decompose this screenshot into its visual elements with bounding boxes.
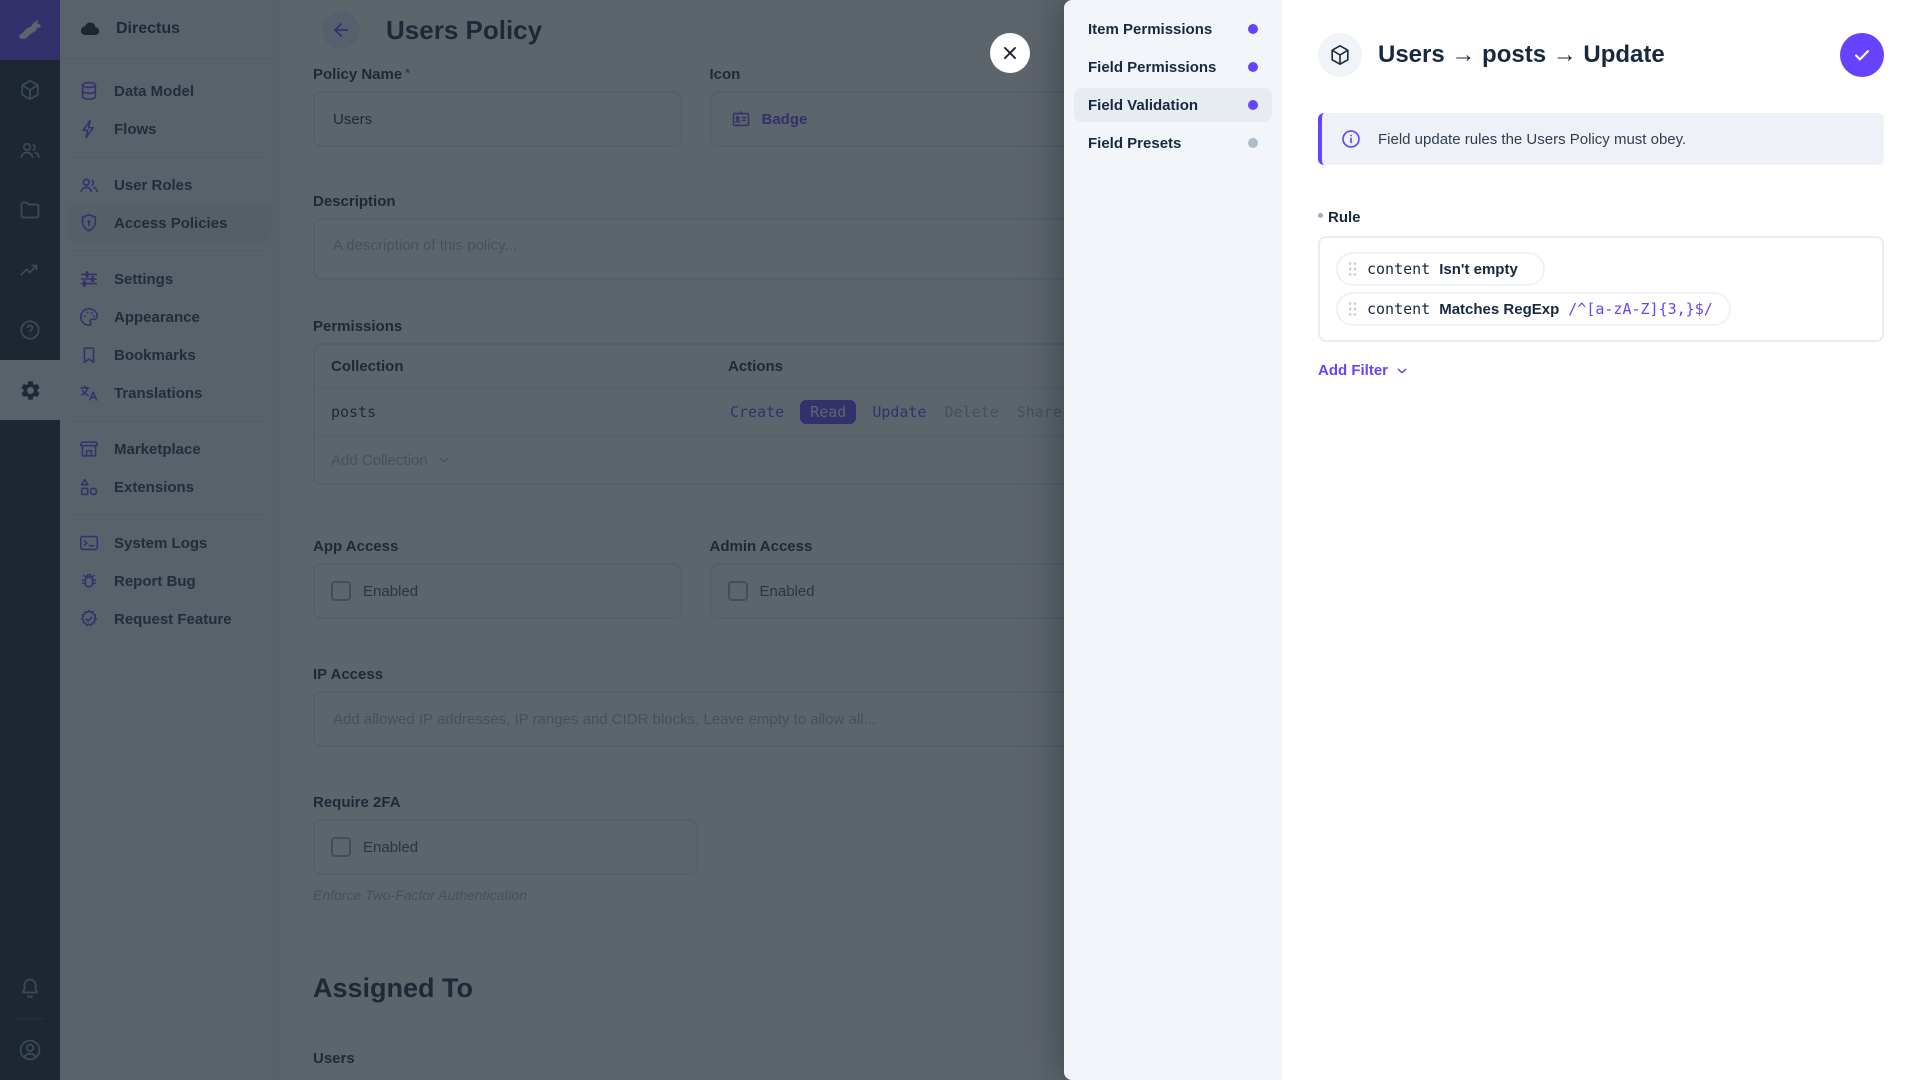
drawer-title: Users → posts → Update [1378,41,1665,69]
chevron-down-icon [1394,363,1410,379]
filter-value[interactable]: /^[a-zA-Z]{3,}$/ [1568,300,1713,318]
status-dot [1248,100,1258,110]
edited-dot [1318,213,1323,218]
rule-filter-box: content Isn't empty content Matches RegE… [1318,236,1884,342]
drag-handle-icon[interactable] [1347,260,1358,278]
drag-handle-icon[interactable] [1347,300,1358,318]
status-dot [1248,138,1258,148]
menu-item-field-validation[interactable]: Field Validation [1074,88,1272,122]
filter-operator[interactable]: Isn't empty [1439,261,1518,278]
menu-item-field-presets[interactable]: Field Presets [1074,126,1272,160]
cube-icon [1328,43,1352,67]
banner-text: Field update rules the Users Policy must… [1378,131,1686,148]
rule-label: Rule [1328,209,1361,226]
rule-label-row: Rule [1318,209,1884,226]
filter-operator[interactable]: Matches RegExp [1439,301,1559,318]
drawer-content: Users → posts → Update Field update rule… [1282,0,1920,1080]
filter-field[interactable]: content [1367,300,1430,318]
check-icon [1851,44,1873,66]
drawer-close-button[interactable] [990,33,1030,73]
menu-item-label: Field Validation [1088,97,1198,114]
filter-field[interactable]: content [1367,260,1430,278]
filter-row[interactable]: content Isn't empty [1336,252,1545,286]
info-banner: Field update rules the Users Policy must… [1318,113,1884,165]
drawer-header: Users → posts → Update [1318,33,1884,77]
status-dot [1248,24,1258,34]
drawer-menu: Item Permissions Field Permissions Field… [1064,0,1282,1080]
permissions-drawer: Item Permissions Field Permissions Field… [1064,0,1920,1080]
save-button[interactable] [1840,33,1884,77]
close-icon [999,42,1021,64]
filter-row[interactable]: content Matches RegExp /^[a-zA-Z]{3,}$/ [1336,292,1731,326]
menu-item-field-permissions[interactable]: Field Permissions [1074,50,1272,84]
info-icon [1340,128,1362,150]
menu-item-label: Item Permissions [1088,21,1212,38]
menu-item-label: Field Permissions [1088,59,1216,76]
menu-item-label: Field Presets [1088,135,1181,152]
add-filter-button[interactable]: Add Filter [1318,362,1410,379]
status-dot [1248,62,1258,72]
collection-icon-badge [1318,33,1362,77]
menu-item-item-permissions[interactable]: Item Permissions [1074,12,1272,46]
